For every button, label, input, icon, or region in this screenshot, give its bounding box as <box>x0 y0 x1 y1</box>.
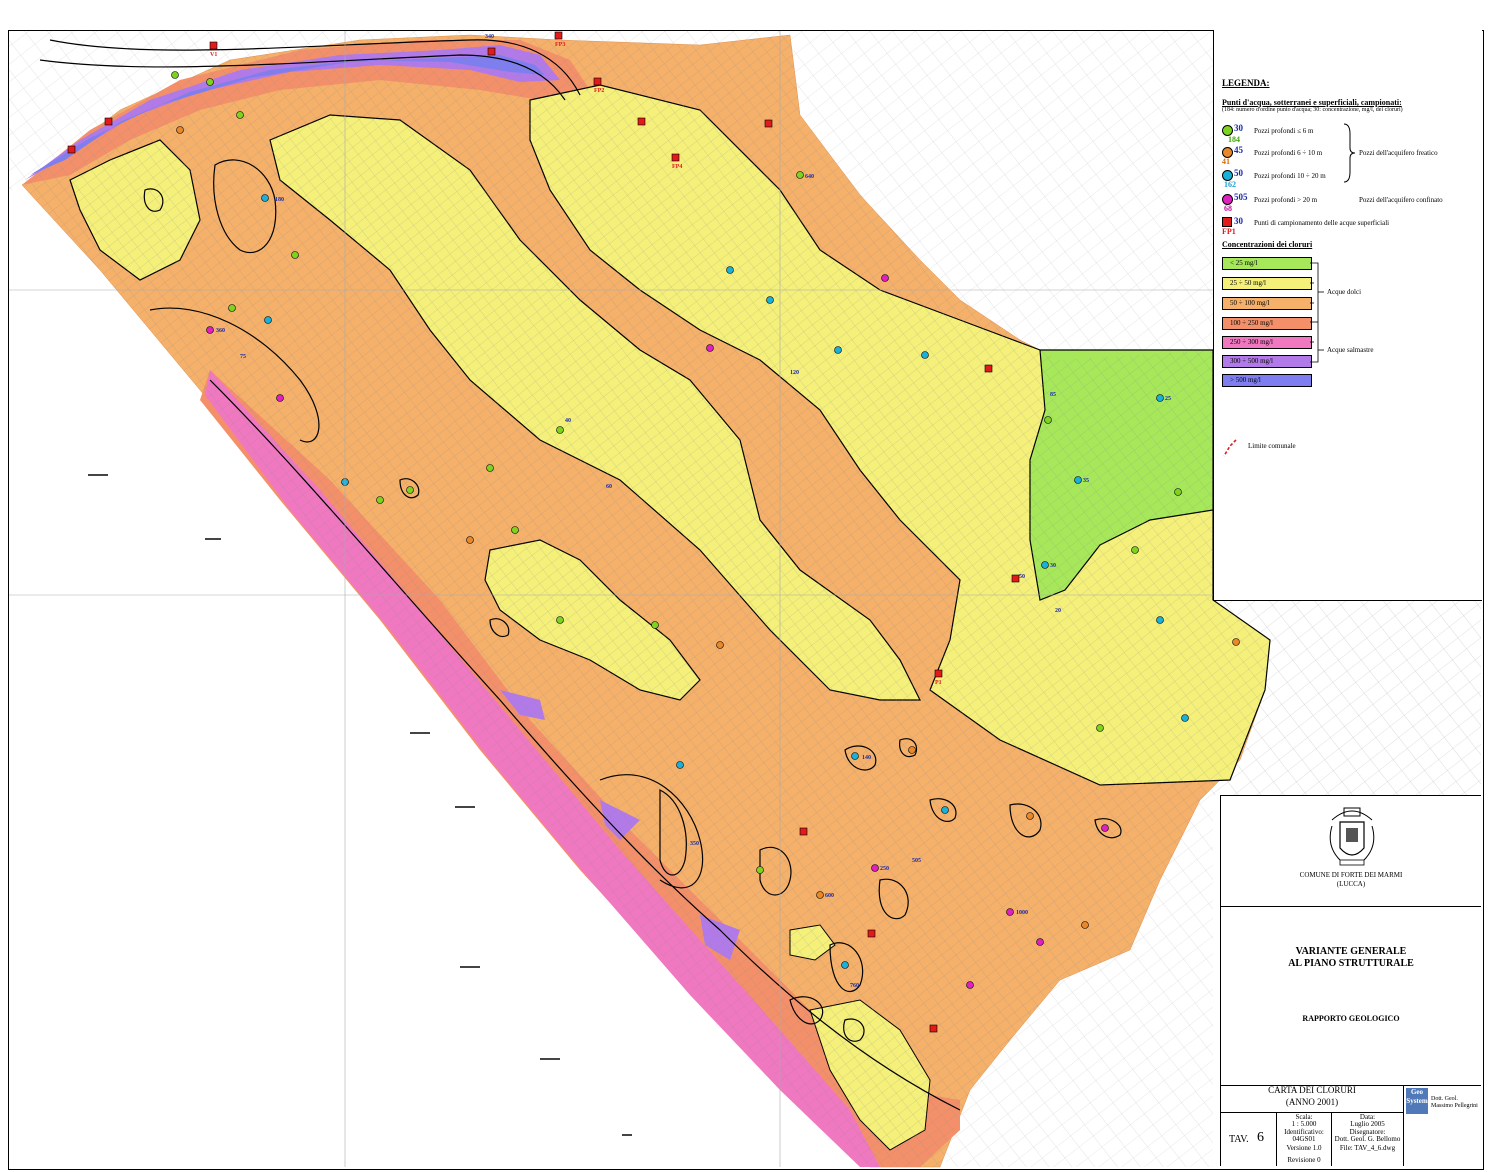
map-label: 25 <box>1165 396 1171 402</box>
project-title-line2: AL PIANO STRUTTURALE <box>1288 958 1414 969</box>
square-icon-surface <box>1222 217 1232 227</box>
point-id: 184 <box>1228 135 1240 144</box>
brace-phreatic-icon <box>1343 123 1356 183</box>
point-value: 30 <box>1234 216 1243 226</box>
scale: 1 : 5.000 <box>1291 1120 1317 1128</box>
map-label: 250 <box>880 866 889 872</box>
municipality: COMUNE DI FORTE DEI MARMI <box>1299 871 1403 879</box>
map-label: 40 <box>565 418 571 424</box>
drawer: Dott. Geol. G. Bellomo <box>1334 1135 1401 1143</box>
map-label: P1 <box>935 680 942 686</box>
map-label: 140 <box>862 755 871 761</box>
class-label: 300 ÷ 500 mg/l <box>1230 357 1273 365</box>
point-value: 505 <box>1234 192 1248 202</box>
file: File: TAV_4_6.dwg <box>1339 1144 1396 1152</box>
map-label: 120 <box>790 370 799 376</box>
boundary-line-icon <box>1223 439 1237 457</box>
divider <box>1221 906 1481 907</box>
map-label: 505 <box>912 858 921 864</box>
point-label: Pozzi profondi > 20 m <box>1254 196 1318 204</box>
tav-label: TAV. <box>1229 1134 1249 1145</box>
map-label: 760 <box>850 983 859 989</box>
map-label: 640 <box>805 174 814 180</box>
province: (LUCCA) <box>1336 880 1366 888</box>
class-label: 100 ÷ 250 mg/l <box>1230 319 1273 327</box>
legend-title: LEGENDA: <box>1222 78 1270 88</box>
boundary-label: Limite comunale <box>1248 442 1296 450</box>
map-label: FP2 <box>594 88 604 94</box>
point-id: 68 <box>1224 204 1232 213</box>
point-value: 50 <box>1234 168 1243 178</box>
group-confined: Pozzi dell'acquifero confinato <box>1359 196 1443 204</box>
map-label: 1000 <box>1016 910 1028 916</box>
point-id: FP1 <box>1222 227 1236 236</box>
identifier: 04GS01 <box>1292 1135 1316 1143</box>
group-phreatic: Pozzi dell'acquifero freatico <box>1359 149 1438 157</box>
municipal-crest-icon <box>1329 807 1375 866</box>
group-fresh: Acque dolci <box>1327 288 1362 296</box>
company-logo: Geo System <box>1406 1088 1428 1114</box>
concentrations-title: Concentrazioni dei cloruri <box>1222 240 1313 249</box>
point-label: Pozzi profondi ≤ 6 m <box>1254 127 1314 135</box>
divider <box>1403 1085 1404 1166</box>
map-label: 360 <box>216 328 225 334</box>
map-label: 60 <box>606 484 612 490</box>
date: Luglio 2005 <box>1350 1120 1385 1128</box>
point-value: 30 <box>1234 123 1243 133</box>
map-label: V1 <box>210 52 217 58</box>
map-label: FP4 <box>672 164 682 170</box>
bracket-icon <box>1310 262 1324 363</box>
title-block: COMUNE DI FORTE DEI MARMI (LUCCA) VARIAN… <box>1220 795 1481 1166</box>
map-label: 350 <box>690 841 699 847</box>
point-label: Pozzi profondi 10 ÷ 20 m <box>1254 172 1326 180</box>
water-points-title: Punti d'acqua, sotterranei e superficial… <box>1222 98 1402 107</box>
map-label: 340 <box>485 34 494 40</box>
point-value: 45 <box>1234 145 1243 155</box>
project-title-line1: VARIANTE GENERALE <box>1295 946 1407 957</box>
tav-number: 6 <box>1257 1130 1264 1145</box>
map-label: 75 <box>240 354 246 360</box>
point-id: 162 <box>1224 180 1236 189</box>
map-label: 180 <box>275 197 284 203</box>
map-label: 20 <box>1055 608 1061 614</box>
legend-panel: LEGENDA: Punti d'acqua, sotterranei e su… <box>1213 30 1482 601</box>
class-label: 25 ÷ 50 mg/l <box>1230 279 1266 287</box>
map-year: (ANNO 2001) <box>1285 1097 1339 1107</box>
class-label: 50 ÷ 100 mg/l <box>1230 299 1270 307</box>
revision: Revisione 0 <box>1287 1156 1321 1164</box>
group-brackish: Acque salmastre <box>1327 346 1374 354</box>
author: Dott. Geol. Massimo Pellegrini <box>1431 1096 1478 1109</box>
class-label: < 25 mg/l <box>1230 259 1258 267</box>
map-label: 50 <box>1019 574 1025 580</box>
map-label: 35 <box>1083 478 1089 484</box>
map-label: 85 <box>1050 392 1056 398</box>
map-label: 600 <box>825 893 834 899</box>
version: Versione 1.0 <box>1286 1144 1322 1152</box>
water-points-note: (184: numero d'ordine punto d'acqua; 30:… <box>1222 107 1403 113</box>
class-label: > 500 mg/l <box>1230 376 1261 384</box>
point-label: Punti di campionamento delle acque super… <box>1254 219 1390 227</box>
map-title: CARTA DEI CLORURI <box>1268 1085 1356 1095</box>
map-label: FP3 <box>555 42 565 48</box>
class-label: 250 ÷ 300 mg/l <box>1230 338 1273 346</box>
point-id: 41 <box>1222 157 1230 166</box>
map-label: 30 <box>1050 563 1056 569</box>
point-label: Pozzi profondi 6 ÷ 10 m <box>1254 149 1323 157</box>
report-title: RAPPORTO GEOLOGICO <box>1302 1014 1400 1023</box>
